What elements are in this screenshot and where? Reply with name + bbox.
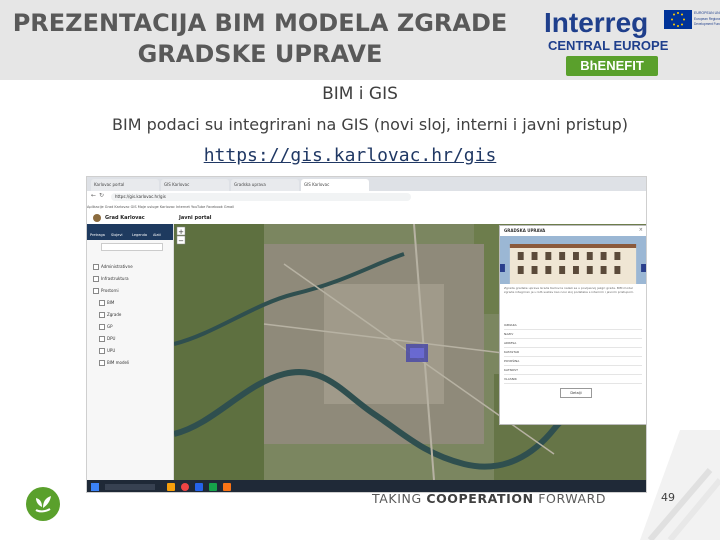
logo-region-text: CENTRAL EUROPE [548,38,669,53]
browser-tab-active[interactable]: GIS Karlovac [301,179,369,191]
tab-slojevi[interactable]: Slojevi [111,233,123,237]
building-photo [500,236,646,284]
zoom-controls[interactable]: + − [176,226,186,245]
svg-text:Development Fund: Development Fund [694,22,720,26]
powerpoint-icon[interactable] [223,483,231,491]
layer-item[interactable]: GP [99,324,113,330]
popup-row: VLASNIK [504,376,642,384]
browser-tab[interactable]: Karlovac portal [91,179,159,191]
popup-row: ADRESA [504,340,642,348]
app-name: Grad Karlovac [105,215,145,221]
tab-alati[interactable]: Alati [153,233,161,237]
chrome-icon[interactable] [181,483,189,491]
folder-icon[interactable] [167,483,175,491]
back-icon[interactable]: ← [91,192,96,199]
app-section: Javni portal [179,215,212,221]
prev-photo-icon [500,264,505,272]
close-icon[interactable]: × [639,227,643,233]
layer-item[interactable]: DPU [99,336,115,342]
reload-icon[interactable]: ↻ [99,192,104,199]
layer-sidebar: Pretraga Slojevi Legenda Alati Administr… [87,224,174,480]
taskbar-search-input[interactable] [105,484,155,490]
popup-row: POVRŠINA [504,358,642,366]
layer-item[interactable]: Administrativne [93,264,133,270]
slide-title-line2: GRADSKE UPRAVE [137,40,383,68]
plant-logo-icon [26,487,60,521]
sidebar-tabs: Pretraga Slojevi Legenda Alati [87,224,173,240]
slide-title: PREZENTACIJA BIM MODELA ZGRADE GRADSKE U… [0,8,520,70]
excel-icon[interactable] [209,483,217,491]
next-photo-icon [641,264,646,272]
word-icon[interactable] [195,483,203,491]
building-info-popup: GRADSKA UPRAVA × Zgrada gradske uprave G… [499,225,646,425]
popup-row: KATNOST [504,367,642,375]
layer-item[interactable]: Infrastruktura [93,276,129,282]
logo-interreg-text: Interreg [544,7,648,38]
popup-details-button[interactable]: Detalji [560,388,592,398]
popup-row: OZNAKA [504,322,642,330]
popup-title: GRADSKA UPRAVA [504,228,546,233]
windows-start-icon[interactable] [91,483,99,491]
slide-title-line1: PREZENTACIJA BIM MODELA ZGRADE [12,9,508,37]
popup-row: KATASTAR [504,349,642,357]
browser-tabbar: Karlovac portal GIS Karlovac Gradska upr… [87,177,646,191]
layer-item[interactable]: Zgrade [99,312,121,318]
popup-description: Zgrada gradske uprave Grada Karlovca nal… [504,286,634,294]
gis-link[interactable]: https://gis.karlovac.hr/gis [0,145,700,166]
decorative-chevrons [640,430,720,540]
layer-item[interactable]: BIM [99,300,114,306]
subtitle: BIM i GIS [322,84,398,104]
bim-building-marker[interactable] [406,344,428,362]
browser-tab[interactable]: GIS Karlovac [161,179,229,191]
interreg-logo: Interreg EUROPEAN UNION European Regiona… [544,7,720,76]
footer-tagline: TAKING COOPERATION FORWARD [372,491,607,506]
svg-text:EUROPEAN UNION: EUROPEAN UNION [694,11,720,15]
description: BIM podaci su integrirani na GIS (novi s… [112,115,628,134]
page-number: 49 [661,491,675,504]
popup-row: NAZIV [504,331,642,339]
browser-tab[interactable]: Gradska uprava [231,179,299,191]
tab-pretraga[interactable]: Pretraga [90,233,105,237]
url-input[interactable]: https://gis.karlovac.hr/gis [111,193,411,201]
tab-legenda[interactable]: Legenda [132,233,147,237]
zoom-out-icon: − [178,237,184,245]
layer-item[interactable]: UPU [99,348,115,354]
embedded-screenshot: Karlovac portal GIS Karlovac Gradska upr… [86,176,647,493]
layer-search-input[interactable] [101,243,163,251]
svg-text:European Regional: European Regional [694,17,720,21]
city-crest-icon [93,214,101,222]
zoom-in-icon: + [178,228,184,236]
logo-project-text: BhENEFIT [580,58,644,73]
layer-item[interactable]: Prostorni [93,288,119,294]
layer-item[interactable]: BIM modeli [99,360,129,366]
